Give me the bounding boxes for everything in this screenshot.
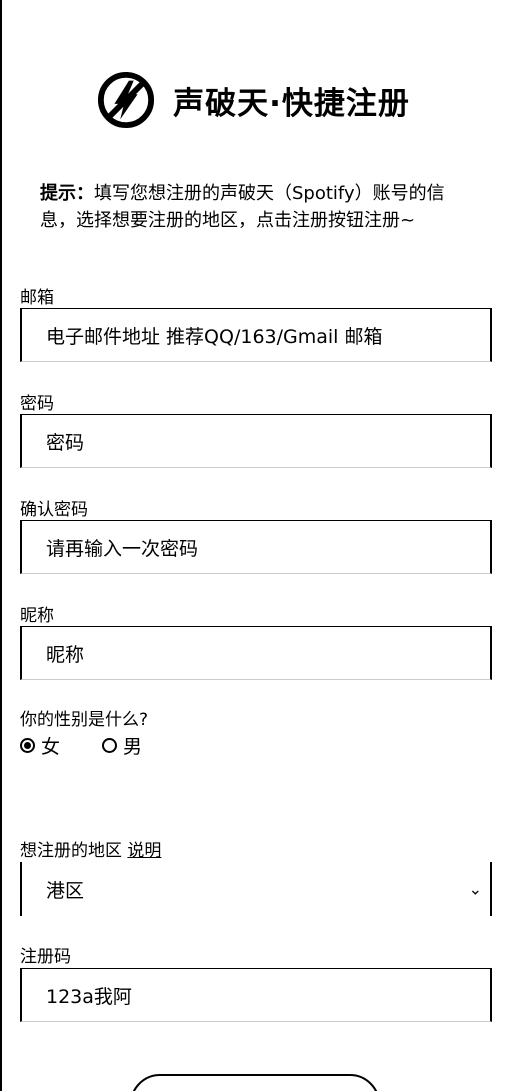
tip-body: 填写您想注册的声破天（Spotify）账号的信息，选择想要注册的地区，点击注册按… — [40, 183, 445, 231]
tip-prefix: 提示： — [40, 183, 94, 204]
region-help-link[interactable]: 说明 — [127, 841, 161, 861]
email-label: 邮箱 — [20, 288, 54, 308]
registration-code-value: 123a我阿 — [46, 985, 132, 1008]
nickname-field[interactable]: 昵称 — [20, 626, 492, 680]
gender-label: 你的性别是什么? — [20, 710, 149, 730]
page-header: 声破天·快捷注册 — [0, 70, 507, 130]
password-label: 密码 — [20, 394, 54, 414]
page-border — [0, 0, 2, 1091]
chevron-down-icon: ⌄ — [468, 879, 482, 899]
region-select[interactable]: 港区 ⌄ — [20, 862, 492, 916]
gender-option-label: 女 — [41, 736, 61, 758]
confirm-password-field[interactable]: 请再输入一次密码 — [20, 520, 492, 574]
confirm-password-placeholder: 请再输入一次密码 — [46, 537, 199, 560]
gender-option-female[interactable]: 女 — [20, 732, 60, 759]
password-field[interactable]: 密码 — [20, 414, 492, 468]
password-placeholder: 密码 — [46, 431, 85, 454]
confirm-password-label: 确认密码 — [20, 500, 88, 520]
email-field[interactable]: 电子邮件地址 推荐QQ/163/Gmail 邮箱 — [20, 308, 492, 362]
registration-code-label: 注册码 — [20, 947, 71, 967]
nickname-placeholder: 昵称 — [46, 643, 85, 666]
register-button[interactable] — [130, 1074, 380, 1091]
gender-option-label: 男 — [123, 736, 143, 758]
no-lightning-icon — [98, 71, 155, 129]
email-placeholder: 电子邮件地址 推荐QQ/163/Gmail 邮箱 — [46, 325, 383, 348]
tip-text: 提示：填写您想注册的声破天（Spotify）账号的信息，选择想要注册的地区，点击… — [40, 180, 480, 234]
page-title: 声破天·快捷注册 — [173, 85, 410, 122]
radio-unchecked-icon[interactable] — [102, 738, 118, 753]
registration-code-field[interactable]: 123a我阿 — [20, 968, 492, 1022]
gender-option-male[interactable]: 男 — [102, 732, 142, 759]
region-label-text: 想注册的地区 — [20, 841, 122, 861]
nickname-label: 昵称 — [20, 606, 54, 626]
gender-radio-group: 女 男 — [20, 732, 184, 759]
radio-checked-icon[interactable] — [20, 738, 35, 753]
region-selected-value: 港区 — [46, 879, 85, 902]
region-label: 想注册的地区 说明 — [20, 836, 161, 861]
